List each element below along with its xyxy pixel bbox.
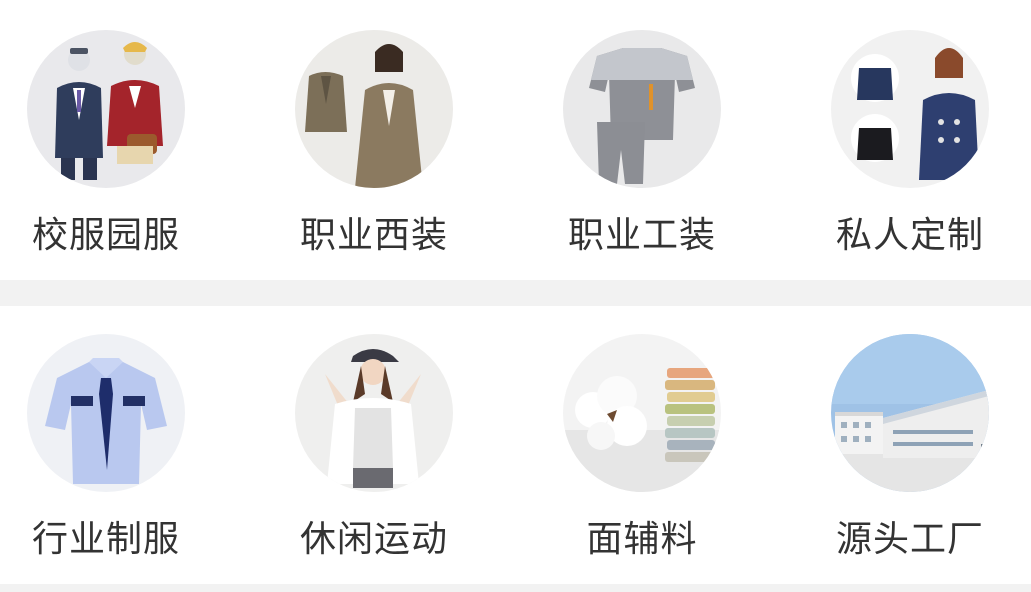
fabric-materials-icon	[563, 334, 721, 492]
category-row-1: 校服园服 职业西装 职业工装 私人定制	[0, 0, 1031, 280]
category-label: 行业制服	[31, 519, 180, 560]
category-school-uniform[interactable]: 校服园服	[0, 30, 216, 258]
category-label: 校服园服	[31, 215, 180, 256]
category-label: 私人定制	[835, 215, 984, 256]
category-casual-sports[interactable]: 休闲运动	[264, 334, 484, 562]
school-uniform-icon	[27, 30, 185, 188]
industry-uniform-icon	[27, 334, 185, 492]
category-row-2: 行业制服 休闲运动 面辅料 源头工厂	[0, 306, 1031, 584]
category-industry-uniform[interactable]: 行业制服	[0, 334, 216, 562]
casual-sports-icon	[295, 334, 453, 492]
category-label: 职业工装	[567, 215, 716, 256]
category-label: 休闲运动	[299, 519, 448, 560]
workwear-icon	[563, 30, 721, 188]
category-workwear[interactable]: 职业工装	[532, 30, 752, 258]
category-business-suit[interactable]: 职业西装	[264, 30, 484, 258]
factory-icon	[831, 334, 989, 492]
category-custom-tailoring[interactable]: 私人定制	[800, 30, 1020, 258]
business-suit-icon	[295, 30, 453, 188]
category-factory[interactable]: 源头工厂	[800, 334, 1020, 562]
category-label: 职业西装	[299, 215, 448, 256]
category-label: 源头工厂	[835, 519, 984, 560]
category-label: 面辅料	[586, 519, 698, 560]
custom-tailoring-icon	[831, 30, 989, 188]
category-fabric-materials[interactable]: 面辅料	[532, 334, 752, 562]
